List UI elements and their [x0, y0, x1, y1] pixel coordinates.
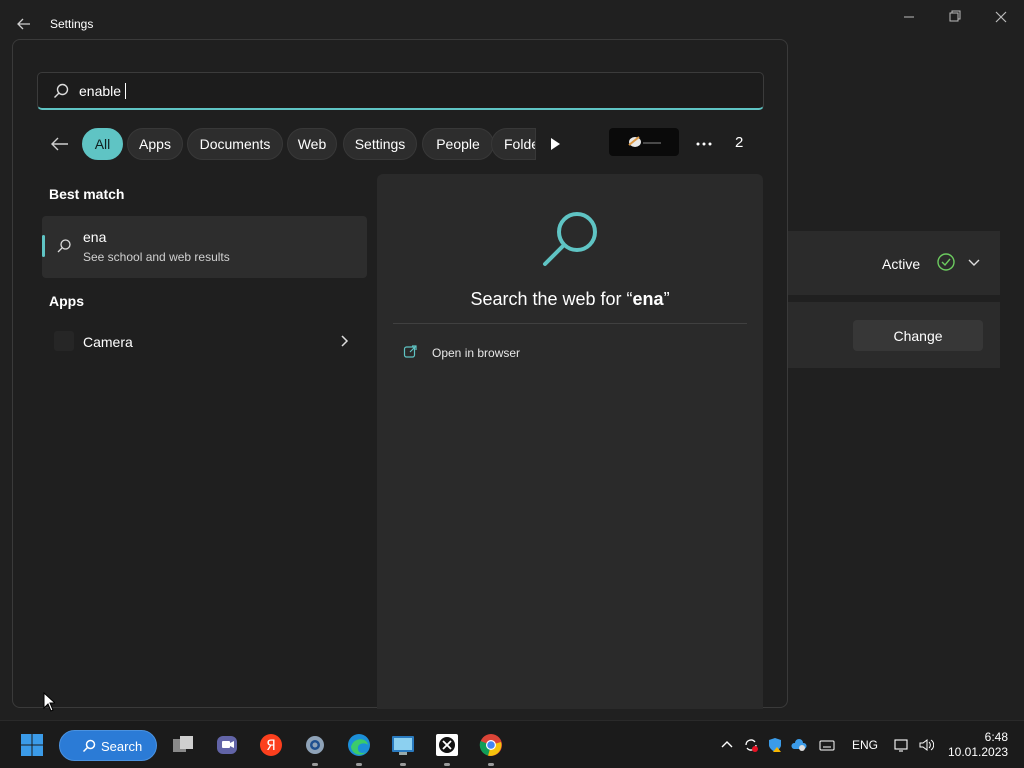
close-icon[interactable]	[978, 6, 1024, 28]
search-input[interactable]: enable	[37, 72, 764, 110]
result-count-badge[interactable]: 2	[735, 134, 743, 151]
window-title: Settings	[50, 17, 94, 31]
preview-title: Search the web for “ena”	[470, 289, 670, 309]
filter-chip-documents[interactable]: Documents	[187, 128, 283, 160]
task-view-icon[interactable]	[171, 733, 195, 757]
text-caret	[125, 83, 127, 99]
profile-logo-icon	[628, 136, 661, 147]
chevron-right-icon[interactable]	[338, 334, 352, 348]
settings-gear-icon[interactable]	[303, 733, 327, 766]
taskbar-search-label: Search	[101, 739, 143, 754]
svg-text:Я: Я	[266, 738, 276, 754]
keyboard-icon[interactable]	[819, 737, 835, 753]
app-label: Camera	[83, 334, 133, 350]
activation-status: Active	[882, 256, 921, 272]
web-search-icon	[543, 212, 597, 266]
clock-time: 6:48	[984, 730, 1008, 744]
check-circle-icon	[937, 253, 955, 271]
search-icon	[82, 739, 96, 753]
clock[interactable]: 6:48 10.01.2023	[948, 730, 1008, 760]
search-icon	[54, 83, 69, 98]
search-flyout: enable All Apps Documents Web Settings P…	[12, 39, 789, 709]
search-icon	[57, 239, 71, 253]
onedrive-cloud-icon[interactable]	[791, 737, 807, 753]
running-indicator	[312, 763, 318, 766]
external-link-icon	[403, 345, 417, 358]
back-arrow-icon[interactable]	[49, 133, 71, 155]
divider	[393, 323, 747, 324]
filter-chip-apps[interactable]: Apps	[127, 128, 183, 160]
best-match-subtitle: See school and web results	[83, 250, 230, 264]
app-x-icon[interactable]	[435, 733, 459, 766]
camera-app-icon	[54, 331, 74, 351]
more-options-icon[interactable]	[693, 135, 715, 153]
mouse-cursor-icon	[43, 692, 55, 712]
volume-icon[interactable]	[918, 737, 934, 753]
filter-bar: All Apps Documents Web Settings People F…	[13, 127, 789, 161]
open-in-browser-label: Open in browser	[432, 346, 521, 360]
selection-indicator	[42, 235, 45, 257]
network-icon[interactable]	[894, 737, 910, 753]
filter-chip-folders[interactable]: Folders	[491, 128, 536, 160]
minimize-icon[interactable]	[886, 6, 932, 28]
yandex-browser-icon[interactable]: Я	[259, 733, 283, 757]
windows-start-icon[interactable]	[20, 733, 44, 757]
search-query-text: enable	[79, 83, 127, 99]
filter-chip-web[interactable]: Web	[287, 128, 337, 160]
open-in-browser-link[interactable]: Open in browser	[403, 344, 603, 364]
input-language[interactable]: ENG	[852, 738, 878, 752]
restore-icon[interactable]	[932, 6, 978, 28]
change-button[interactable]: Change	[853, 320, 983, 351]
running-indicator	[400, 763, 406, 766]
apps-heading: Apps	[49, 293, 84, 309]
filter-chip-settings[interactable]: Settings	[343, 128, 417, 160]
running-indicator	[356, 763, 362, 766]
taskbar: Search Я ENG 6:48 10.01.2023	[0, 720, 1024, 768]
preview-pane: Search the web for “ena” Open in browser	[377, 174, 763, 709]
running-indicator	[488, 763, 494, 766]
security-shield-icon[interactable]	[767, 737, 783, 753]
chevron-up-icon[interactable]	[719, 737, 735, 753]
profile-badge[interactable]	[609, 128, 679, 156]
remote-desktop-icon[interactable]	[391, 733, 415, 766]
running-indicator	[444, 763, 450, 766]
sync-alert-icon[interactable]	[743, 737, 759, 753]
scroll-right-icon[interactable]	[548, 136, 562, 152]
list-item-camera[interactable]: Camera	[42, 326, 367, 356]
chrome-browser-icon[interactable]	[479, 733, 503, 766]
chevron-down-icon[interactable]	[966, 254, 982, 270]
best-match-heading: Best match	[49, 186, 125, 202]
taskbar-search-button[interactable]: Search	[59, 730, 157, 761]
teams-chat-icon[interactable]	[215, 733, 239, 757]
filter-chip-all[interactable]: All	[82, 128, 123, 160]
best-match-title: ena	[83, 229, 107, 245]
back-arrow-icon[interactable]	[14, 14, 34, 34]
clock-date: 10.01.2023	[948, 745, 1009, 759]
filter-chip-people[interactable]: People	[422, 128, 494, 160]
best-match-result[interactable]: ena See school and web results	[42, 216, 367, 278]
edge-browser-icon[interactable]	[347, 733, 371, 766]
